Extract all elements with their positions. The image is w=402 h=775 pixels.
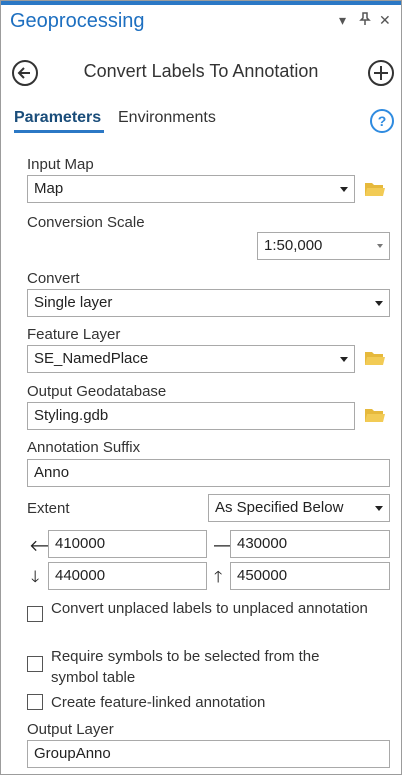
extent-mode-value: As Specified Below — [215, 499, 344, 516]
conversion-scale-label: Conversion Scale — [27, 214, 145, 231]
folder-icon[interactable] — [364, 406, 386, 424]
output-geodatabase-label: Output Geodatabase — [27, 383, 167, 400]
extent-top-value: 450000 — [237, 567, 288, 584]
unplaced-labels-checkbox[interactable] — [27, 606, 43, 622]
feature-layer-dropdown[interactable]: SE_NamedPlace — [27, 345, 355, 373]
conversion-scale-combobox[interactable]: 1:50,000 — [257, 232, 390, 260]
folder-icon[interactable] — [364, 180, 386, 198]
convert-value: Single layer — [34, 294, 113, 311]
annotation-suffix-input[interactable]: Anno — [27, 459, 390, 487]
feature-layer-label: Feature Layer — [27, 326, 121, 343]
input-map-dropdown[interactable]: Map — [27, 175, 355, 203]
output-layer-label: Output Layer — [27, 721, 114, 738]
folder-icon[interactable] — [364, 349, 386, 367]
close-icon[interactable]: ✕ — [379, 12, 391, 29]
extent-right-value: 430000 — [237, 535, 288, 552]
tab-environments[interactable]: Environments — [118, 109, 216, 127]
input-map-value: Map — [34, 180, 64, 197]
input-map-label: Input Map — [27, 156, 94, 173]
extent-label: Extent — [27, 500, 70, 517]
extent-dropdown[interactable]: As Specified Below — [208, 494, 390, 522]
chevron-down-icon — [340, 357, 348, 362]
feature-layer-value: SE_NamedPlace — [34, 350, 149, 367]
chevron-down-icon — [375, 301, 383, 306]
annotation-suffix-value: Anno — [34, 464, 70, 481]
require-symbols-checkbox[interactable] — [27, 656, 43, 672]
add-icon[interactable] — [368, 60, 394, 86]
down-arrow-icon: 🡓 — [31, 569, 40, 586]
up-arrow-icon: 🡑 — [214, 569, 223, 586]
conversion-scale-value: 1:50,000 — [264, 237, 323, 254]
extent-right-input[interactable]: 430000 — [230, 530, 390, 558]
tool-title: Convert Labels To Annotation — [83, 61, 319, 81]
pane-top-strip — [1, 1, 401, 5]
convert-label: Convert — [27, 270, 80, 287]
geoprocessing-pane: Geoprocessing ▾ ✕ Convert Labels To Anno… — [0, 0, 402, 775]
chevron-down-icon — [340, 187, 348, 192]
output-geodatabase-value: Styling.gdb — [34, 407, 109, 424]
extent-bottom-value: 440000 — [55, 567, 106, 584]
output-layer-input[interactable]: GroupAnno — [27, 740, 390, 768]
pin-icon[interactable] — [359, 12, 371, 29]
pane-title: Geoprocessing — [10, 10, 145, 32]
require-symbols-label: Require symbols to be selected from the … — [51, 648, 320, 686]
chevron-down-icon — [375, 506, 383, 511]
extent-bottom-input[interactable]: 440000 — [48, 562, 207, 590]
tab-parameters[interactable]: Parameters — [14, 109, 101, 127]
pane-menu-icon[interactable]: ▾ — [339, 12, 346, 29]
extent-left-input[interactable]: 410000 — [48, 530, 207, 558]
annotation-suffix-label: Annotation Suffix — [27, 439, 141, 456]
output-geodatabase-input[interactable]: Styling.gdb — [27, 402, 355, 430]
unplaced-labels-label: Convert unplaced labels to unplaced anno… — [51, 600, 368, 617]
feature-linked-checkbox[interactable] — [27, 694, 43, 710]
help-icon[interactable]: ? — [370, 109, 394, 133]
convert-dropdown[interactable]: Single layer — [27, 289, 390, 317]
output-layer-value: GroupAnno — [34, 745, 111, 762]
tab-parameters-underline — [14, 130, 104, 133]
extent-left-value: 410000 — [55, 535, 106, 552]
chevron-down-icon — [377, 244, 383, 248]
feature-linked-label: Create feature-linked annotation — [51, 694, 266, 711]
extent-top-input[interactable]: 450000 — [230, 562, 390, 590]
